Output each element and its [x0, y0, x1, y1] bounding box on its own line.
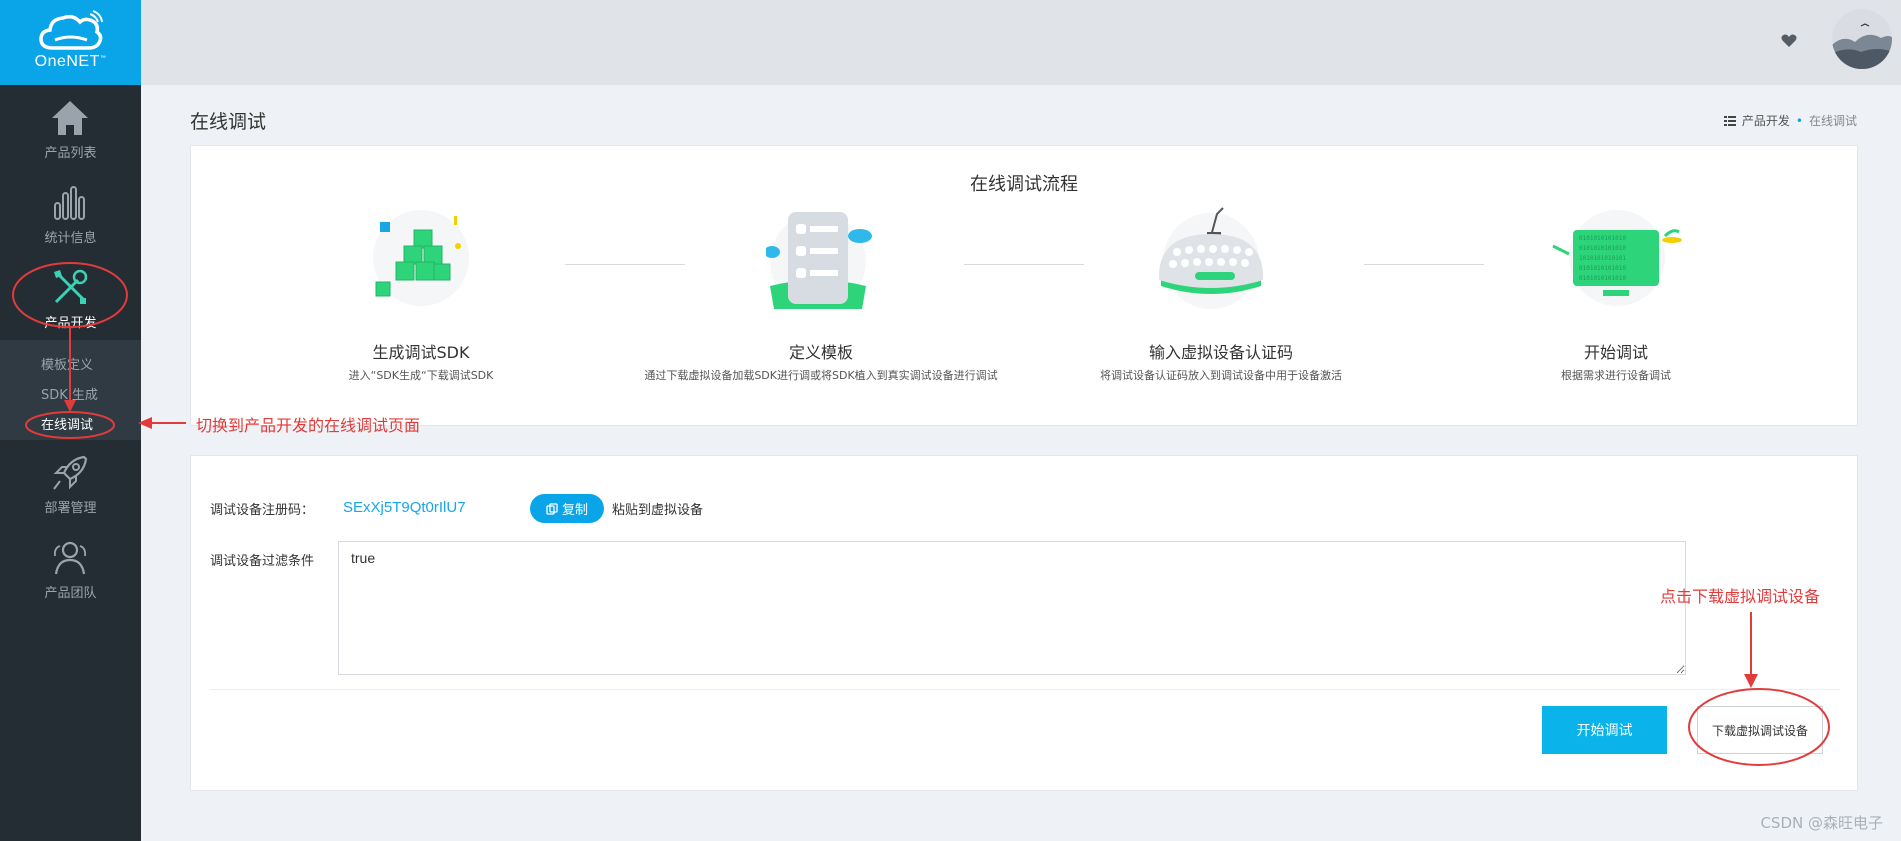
- subnav-product-dev: 模板定义 SDK 生成 在线调试: [0, 340, 141, 440]
- page-title: 在线调试: [190, 111, 267, 133]
- flow-step-start: 开始调试 根据需求进行设备调试: [1396, 339, 1836, 383]
- nav-item-product-list[interactable]: 产品列表: [0, 90, 141, 170]
- step-desc: 根据需求进行设备调试: [1561, 369, 1671, 382]
- onenet-logo[interactable]: OneNET™: [0, 0, 141, 85]
- flow-connector: [964, 264, 1084, 265]
- breadcrumb: 产品开发 • 在线调试: [1723, 112, 1857, 129]
- subnav-item-online-debug[interactable]: 在线调试: [41, 414, 93, 433]
- flow-connector: [565, 264, 685, 265]
- copy-icon: [546, 502, 558, 515]
- flow-step-sdk: 生成调试SDK 进入“SDK生成“下载调试SDK: [201, 339, 641, 383]
- svg-text:0101010101010: 0101010101010: [1579, 235, 1626, 242]
- step-title: 输入虚拟设备认证码: [1148, 343, 1293, 362]
- nav-label: 产品列表: [44, 146, 97, 161]
- svg-text:0101010101010: 0101010101010: [1579, 245, 1626, 252]
- flow-connector: [1364, 264, 1484, 265]
- sdk-cubes-icon: [373, 210, 469, 306]
- step-title: 生成调试SDK: [372, 343, 470, 362]
- bar-stats-icon: [54, 186, 85, 220]
- team-icon: [53, 541, 87, 575]
- nav-item-product-dev[interactable]: 产品开发: [0, 260, 141, 340]
- annotation-switch-note: 切换到产品开发的在线调试页面: [196, 416, 421, 435]
- breadcrumb-parent[interactable]: 产品开发: [1742, 114, 1790, 128]
- user-avatar[interactable]: [1831, 8, 1893, 70]
- cloud-logo-icon: [39, 10, 103, 50]
- paste-hint: 粘贴到虚拟设备: [612, 503, 704, 518]
- nav-label: 统计信息: [44, 231, 97, 246]
- filter-label: 调试设备过滤条件: [210, 554, 315, 569]
- form-divider: [210, 689, 1840, 690]
- heart-icon[interactable]: [1781, 34, 1797, 48]
- home-icon: [52, 101, 88, 135]
- flow-step-template: 定义模板 通过下载虚拟设备加载SDK进行调或将SDK植入到真实调试设备进行调试: [601, 339, 1041, 383]
- debug-screen-icon: 0101010101010 0101010101010 1010101010101 0…: [1552, 210, 1682, 306]
- flow-step-auth-code: 输入虚拟设备认证码 将调试设备认证码放入到调试设备中用于设备激活: [1001, 339, 1441, 383]
- filter-textarea[interactable]: true: [338, 541, 1686, 675]
- step-title: 开始调试: [1583, 343, 1648, 362]
- svg-text:0101010101010: 0101010101010: [1579, 265, 1626, 272]
- start-debug-button[interactable]: 开始调试: [1542, 706, 1667, 754]
- brand-name: OneNET™: [34, 53, 107, 70]
- download-virtual-device-button[interactable]: 下载虚拟调试设备: [1697, 706, 1823, 754]
- copy-button[interactable]: 复制: [530, 494, 604, 523]
- register-code-value: SExXj5T9Qt0rIlU7: [343, 499, 466, 516]
- rocket-icon: [53, 455, 88, 490]
- svg-text:1010101010101: 1010101010101: [1579, 255, 1626, 262]
- tools-icon: [54, 269, 88, 304]
- nav-item-statistics[interactable]: 统计信息: [0, 175, 141, 255]
- annotation-download-note: 点击下载虚拟调试设备: [1660, 587, 1821, 606]
- nav-label: 产品开发: [44, 316, 97, 331]
- flow-card: 在线调试流程 0101010101010 0101010101010 10101…: [190, 145, 1858, 426]
- svg-text:0101010101010: 0101010101010: [1579, 275, 1626, 282]
- sidebar: OneNET™ 产品列表 统计信息 产品开发 模板定义 SDK 生成 在线调试: [0, 0, 141, 841]
- step-desc: 通过下载虚拟设备加载SDK进行调或将SDK植入到真实调试设备进行调试: [644, 369, 998, 382]
- breadcrumb-current: 在线调试: [1808, 114, 1857, 128]
- copy-button-label: 复制: [561, 502, 588, 517]
- register-code-label: 调试设备注册码：: [210, 503, 315, 518]
- nav-item-team[interactable]: 产品团队: [0, 530, 141, 610]
- nav-item-deploy[interactable]: 部署管理: [0, 445, 141, 525]
- flow-title: 在线调试流程: [970, 174, 1078, 195]
- step-desc: 进入“SDK生成“下载调试SDK: [348, 369, 494, 382]
- nav-label: 产品团队: [44, 586, 97, 601]
- step-title: 定义模板: [788, 343, 853, 362]
- nav-label: 部署管理: [44, 501, 97, 516]
- step-desc: 将调试设备认证码放入到调试设备中用于设备激活: [1100, 369, 1342, 382]
- list-icon: [1723, 116, 1736, 126]
- top-bar: [141, 0, 1901, 85]
- breadcrumb-separator: •: [1795, 114, 1803, 128]
- keyboard-icon: [1158, 207, 1264, 309]
- watermark: CSDN @森旺电子: [1760, 814, 1883, 832]
- template-doc-icon: [766, 212, 872, 309]
- subnav-item-template[interactable]: 模板定义: [41, 354, 93, 373]
- subnav-item-sdk[interactable]: SDK 生成: [41, 384, 98, 403]
